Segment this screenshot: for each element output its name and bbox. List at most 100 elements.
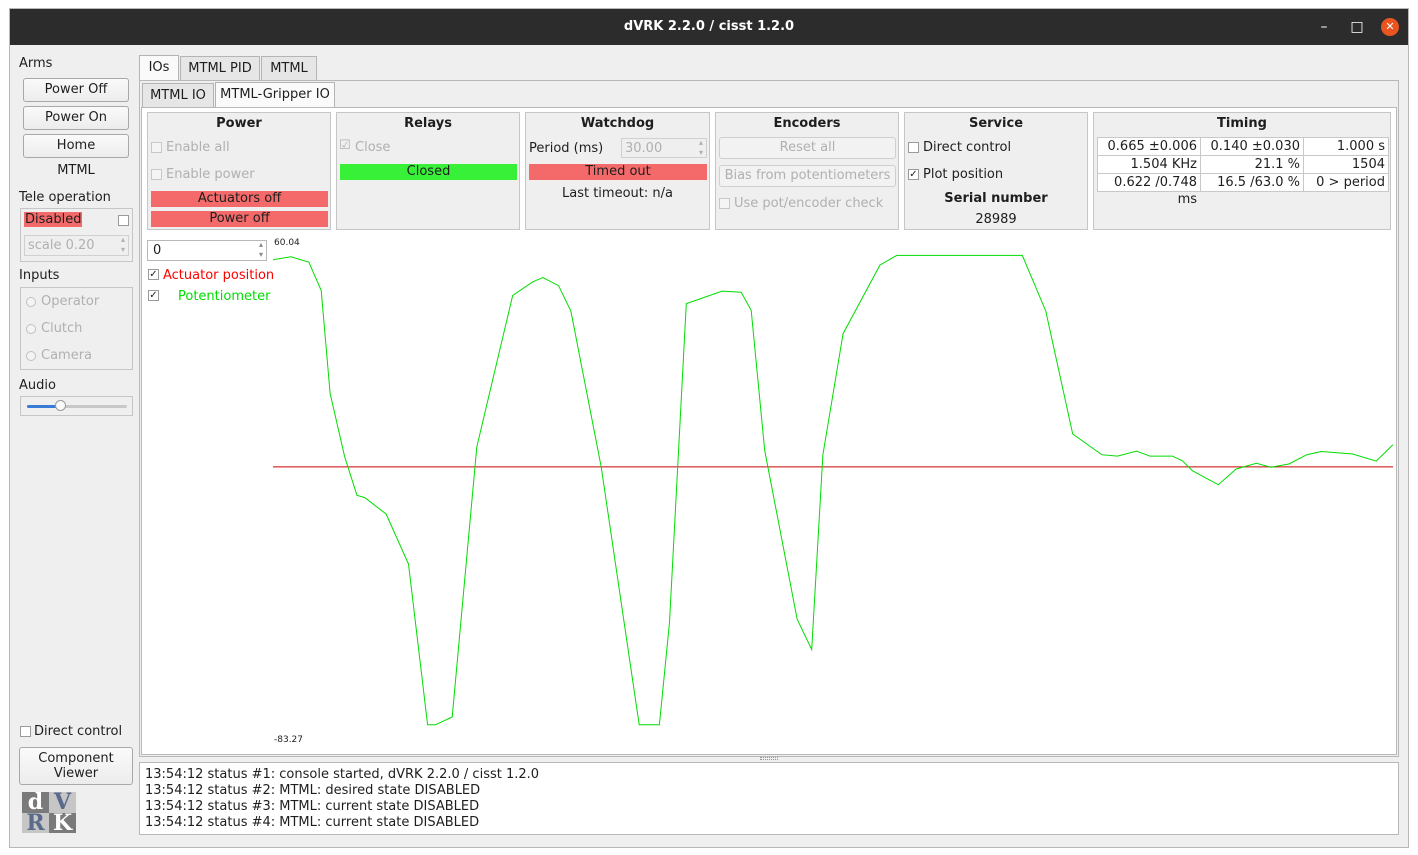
direct-control-label: Direct control: [34, 724, 123, 739]
scale-spinbox[interactable]: scale 0.20 ▴ ▾: [24, 235, 129, 256]
last-timeout-label: Last timeout: n/a: [562, 186, 673, 201]
enable-power-checkbox[interactable]: [151, 169, 162, 180]
operator-radio[interactable]: [26, 297, 36, 307]
potentiometer-legend: Potentiometer: [178, 289, 271, 304]
teleop-label: Tele operation: [19, 190, 111, 205]
tab-mtml[interactable]: MTML: [261, 56, 317, 81]
operator-label: Operator: [41, 294, 100, 309]
logo-letter-r: R: [22, 812, 49, 834]
minimize-icon[interactable]: –: [1315, 18, 1333, 36]
log-line: 13:54:12 status #2: MTML: desired state …: [145, 783, 481, 798]
audio-label: Audio: [19, 378, 56, 393]
inputs-label: Inputs: [19, 268, 60, 283]
reset-all-button[interactable]: Reset all: [719, 137, 896, 159]
watchdog-group: Watchdog Period (ms) 30.00 ▴ ▾ Timed out …: [525, 112, 710, 230]
status-log: 13:54:12 status #1: console started, dVR…: [139, 762, 1399, 835]
timing-cell: 0 > period: [1303, 173, 1389, 192]
watchdog-status: Timed out: [529, 164, 707, 180]
timing-title: Timing: [1217, 116, 1267, 131]
close-icon[interactable]: ✕: [1381, 18, 1399, 36]
timing-cell: 1.000 s: [1303, 137, 1389, 156]
tab-mtml-pid[interactable]: MTML PID: [180, 56, 260, 81]
maximize-icon[interactable]: □: [1348, 18, 1366, 36]
service-direct-control-checkbox[interactable]: [908, 142, 919, 153]
splitter-handle[interactable]: [760, 757, 778, 760]
actuator-position-legend: Actuator position: [163, 268, 275, 283]
plot-ymax-label: 60.04: [274, 238, 300, 248]
clutch-label: Clutch: [41, 321, 83, 336]
plot-canvas: [273, 254, 1393, 726]
camera-label: Camera: [41, 348, 93, 363]
teleop-checkbox[interactable]: [118, 215, 129, 226]
spin-arrows-icon[interactable]: ▴ ▾: [121, 235, 125, 255]
bias-from-potentiometers-button[interactable]: Bias from potentiometers: [719, 165, 896, 187]
log-line: 13:54:12 status #3: MTML: current state …: [145, 799, 480, 814]
plot-position-checkbox[interactable]: ✓: [908, 169, 919, 180]
direct-control-checkbox[interactable]: [20, 726, 31, 737]
clutch-radio[interactable]: [26, 324, 36, 334]
arms-label: Arms: [19, 56, 53, 71]
timing-cell: 0.140 ±0.030 ms: [1200, 137, 1304, 171]
period-spin-arrows-icon[interactable]: ▴ ▾: [699, 138, 703, 158]
timing-group: Timing 0.665 ±0.006 ms 0.140 ±0.030 ms 1…: [1093, 112, 1391, 230]
relay-close-label: Close: [355, 140, 391, 155]
title-bar: dVRK 2.2.0 / cisst 1.2.0 – □ ✕: [10, 9, 1408, 45]
camera-radio[interactable]: [26, 351, 36, 361]
watchdog-title: Watchdog: [580, 116, 655, 131]
actuator-position-checkbox[interactable]: ✓: [148, 269, 159, 280]
tab-ios[interactable]: IOs: [139, 55, 179, 81]
log-line: 13:54:12 status #4: MTML: current state …: [145, 815, 480, 830]
serial-number-value: 28989: [975, 212, 1017, 227]
power-on-button[interactable]: Power On: [23, 106, 129, 130]
plot-position-label: Plot position: [923, 167, 1004, 182]
log-line: 13:54:12 status #1: console started, dVR…: [145, 767, 540, 782]
timing-cell: 0.665 ±0.006 ms: [1097, 137, 1201, 171]
power-status: Power off: [151, 211, 328, 227]
teleop-state-badge: Disabled: [24, 212, 83, 227]
component-viewer-button[interactable]: Component Viewer: [19, 747, 133, 785]
enable-all-label: Enable all: [166, 140, 230, 155]
plot-index-spinbox[interactable]: 0 ▴ ▾: [147, 240, 267, 261]
dvrk-logo: d V R K: [22, 791, 76, 834]
audio-slider-handle[interactable]: [55, 400, 66, 411]
potentiometer-line: [273, 254, 1393, 726]
position-plot: 60.04 -83.27: [273, 237, 1393, 749]
timing-cell: 0.622 /0.748 ms: [1097, 173, 1201, 207]
arm-name-button[interactable]: MTML: [23, 163, 129, 178]
scale-value: scale 0.20: [28, 238, 95, 253]
plot-index-value: 0: [153, 243, 162, 258]
window-title: dVRK 2.2.0 / cisst 1.2.0: [623, 19, 795, 34]
tab-mtml-gripper-io[interactable]: MTML-Gripper IO: [215, 82, 335, 108]
relays-group: Relays ☑ Close Closed: [336, 112, 520, 230]
period-spinbox[interactable]: 30.00 ▴ ▾: [621, 138, 707, 158]
actuators-status: Actuators off: [151, 191, 328, 207]
use-pot-check-label: Use pot/encoder check: [734, 196, 884, 211]
service-group: Service Direct control ✓ Plot position S…: [904, 112, 1088, 230]
serial-number-label: Serial number: [944, 191, 1048, 206]
tab-mtml-io[interactable]: MTML IO: [142, 83, 214, 108]
power-title: Power: [216, 116, 262, 131]
relay-close-checkbox[interactable]: ☑: [339, 138, 351, 153]
audio-group: [20, 396, 133, 416]
timing-cell: 1504 samples: [1303, 155, 1389, 189]
component-viewer-label-2: Viewer: [53, 766, 99, 781]
power-group: Power Enable all Enable power Actuators …: [147, 112, 331, 230]
enable-power-label: Enable power: [166, 167, 255, 182]
relay-status: Closed: [340, 164, 517, 180]
enable-all-checkbox[interactable]: [151, 142, 162, 153]
timing-cell: 16.5 /63.0 %: [1200, 173, 1304, 192]
home-button[interactable]: Home: [23, 134, 129, 158]
timing-cell: 21.1 %: [1200, 155, 1304, 174]
period-value: 30.00: [625, 141, 663, 156]
power-off-button[interactable]: Power Off: [23, 78, 129, 102]
relays-title: Relays: [404, 116, 452, 131]
component-viewer-label-1: Component: [38, 751, 114, 766]
plot-ymin-label: -83.27: [274, 735, 304, 745]
service-direct-control-label: Direct control: [923, 140, 1012, 155]
timing-cell: 1.504 KHz: [1097, 155, 1201, 174]
potentiometer-checkbox[interactable]: ✓: [148, 290, 159, 301]
inputs-group: Operator Clutch Camera: [20, 287, 133, 370]
use-pot-check-checkbox[interactable]: [719, 198, 730, 209]
logo-letter-k: K: [49, 812, 76, 834]
plot-index-spin-arrows-icon[interactable]: ▴ ▾: [259, 240, 263, 260]
